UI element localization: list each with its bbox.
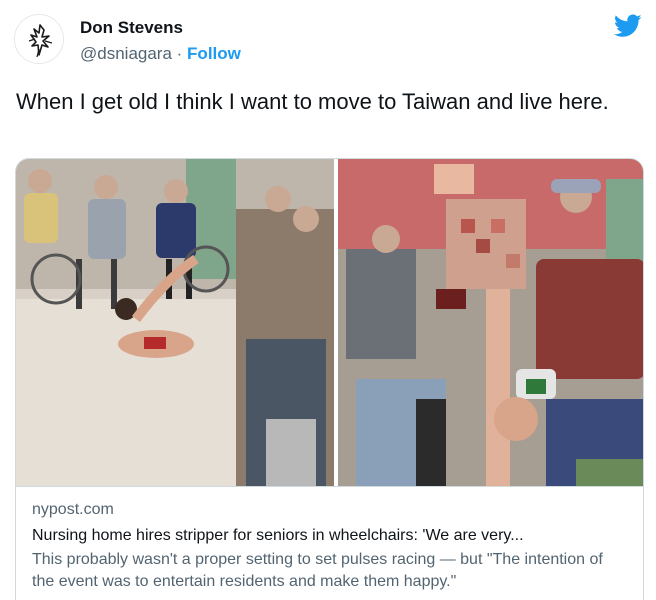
avatar[interactable] bbox=[14, 14, 64, 64]
link-description: This probably wasn't a proper setting to… bbox=[32, 551, 603, 590]
tweet-text: When I get old I think I want to move to… bbox=[16, 89, 609, 114]
follow-button[interactable]: Follow bbox=[187, 44, 241, 63]
link-title[interactable]: Nursing home hires stripper for seniors … bbox=[32, 525, 629, 547]
twitter-bird-icon[interactable] bbox=[614, 14, 642, 38]
link-card-image[interactable] bbox=[16, 159, 643, 486]
separator: · bbox=[171, 44, 188, 63]
link-domain: nypost.com bbox=[32, 501, 114, 518]
author-name[interactable]: Don Stevens bbox=[80, 18, 183, 38]
nursing-home-photo-illustration bbox=[16, 159, 643, 486]
author-handle[interactable]: @dsniagara bbox=[80, 44, 172, 63]
tweet-embed: Don Stevens @dsniagara · Follow When I g… bbox=[0, 0, 656, 600]
link-card-meta[interactable]: nypost.com Nursing home hires stripper f… bbox=[16, 486, 643, 600]
lightning-sketch-icon bbox=[15, 15, 63, 63]
link-card[interactable]: nypost.com Nursing home hires stripper f… bbox=[15, 158, 644, 600]
author-handle-row: @dsniagara · Follow bbox=[80, 44, 241, 64]
